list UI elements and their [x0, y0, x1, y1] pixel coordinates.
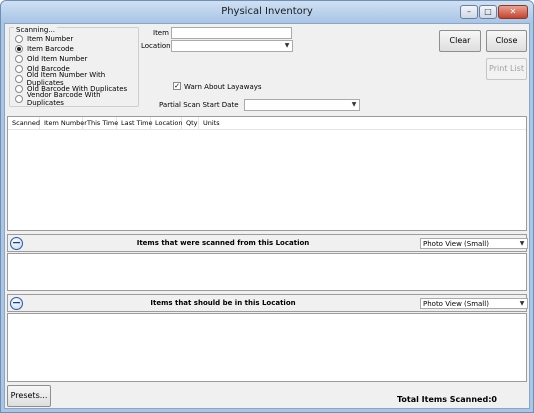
- radio-button[interactable]: [15, 75, 23, 83]
- print-list-button[interactable]: Print List: [486, 58, 527, 80]
- physical-inventory-window: Physical Inventory – □ ✕ Scanning... Ite…: [0, 0, 534, 413]
- radio-vendor-barcode-dup[interactable]: Vendor Barcode With Duplicates: [15, 91, 138, 107]
- location-label: Location: [141, 42, 171, 50]
- total-value: 0: [491, 395, 497, 404]
- radio-button[interactable]: [15, 35, 23, 43]
- radio-old-item-number[interactable]: Old Item Number: [15, 54, 87, 64]
- column-header-scanned[interactable]: Scanned: [8, 117, 40, 129]
- radio-label: Old Item Number: [27, 55, 88, 63]
- minimize-button[interactable]: –: [460, 5, 478, 19]
- client-area: Scanning... Item Number Item Barcode Old…: [4, 23, 530, 409]
- close-button[interactable]: Close: [486, 30, 527, 52]
- radio-label: Vendor Barcode With Duplicates: [26, 91, 101, 107]
- maximize-button[interactable]: □: [479, 5, 497, 19]
- title-bar[interactable]: Physical Inventory – □ ✕: [1, 1, 533, 23]
- scanned-section-title: Items that were scanned from this Locati…: [136, 239, 310, 247]
- column-header-last-time[interactable]: Last Time: [117, 117, 153, 129]
- chevron-down-icon[interactable]: ▼: [518, 300, 526, 308]
- expected-section-title: Items that should be in this Location: [150, 299, 296, 307]
- scanning-group: Scanning... Item Number Item Barcode Old…: [9, 26, 139, 107]
- column-header-units[interactable]: Units: [199, 117, 223, 129]
- radio-item-number[interactable]: Item Number: [15, 34, 73, 44]
- chevron-down-icon[interactable]: ▼: [283, 42, 291, 50]
- expected-view-select[interactable]: Photo View (Small) ▼: [420, 298, 528, 309]
- expected-items-panel[interactable]: [7, 313, 527, 382]
- item-input[interactable]: [171, 27, 292, 39]
- item-label: Item: [153, 29, 169, 37]
- total-label: Total Items Scanned:: [397, 395, 492, 404]
- window-title: Physical Inventory: [221, 6, 313, 17]
- chevron-down-icon[interactable]: ▼: [350, 101, 358, 109]
- radio-item-barcode[interactable]: Item Barcode: [15, 44, 74, 54]
- collapse-icon[interactable]: −: [10, 297, 23, 310]
- radio-button[interactable]: [15, 85, 23, 93]
- radio-button[interactable]: [15, 55, 23, 63]
- column-header-item-number[interactable]: Item Number: [40, 117, 87, 129]
- radio-label: Item Number: [27, 35, 74, 43]
- scanned-section-header: − Items that were scanned from this Loca…: [7, 234, 528, 252]
- column-header-qty[interactable]: Qty: [182, 117, 199, 129]
- scanned-view-value: Photo View (Small): [423, 240, 489, 248]
- radio-label: Item Barcode: [27, 45, 74, 53]
- column-header-this-time[interactable]: This Time: [83, 117, 118, 129]
- partial-scan-date-picker[interactable]: ▼: [244, 99, 360, 111]
- expected-section-header: − Items that should be in this Location …: [7, 294, 528, 312]
- close-window-button[interactable]: ✕: [498, 5, 528, 19]
- radio-button[interactable]: [15, 65, 23, 73]
- warn-layaways-label: Warn About Layaways: [184, 83, 262, 91]
- partial-scan-label: Partial Scan Start Date: [159, 101, 239, 109]
- scanning-group-caption: Scanning...: [14, 26, 57, 34]
- presets-button[interactable]: Presets...: [7, 385, 51, 407]
- column-header-location[interactable]: Location: [151, 117, 183, 129]
- scan-list-header: Scanned Item Number This Time Last Time …: [8, 117, 526, 130]
- scanned-items-panel[interactable]: [7, 253, 527, 291]
- scan-list[interactable]: Scanned Item Number This Time Last Time …: [7, 116, 527, 231]
- radio-old-item-number-dup[interactable]: Old Item Number With Duplicates: [15, 71, 138, 87]
- expected-view-value: Photo View (Small): [423, 300, 489, 308]
- location-select[interactable]: ▼: [171, 40, 293, 52]
- radio-button[interactable]: [15, 45, 23, 53]
- radio-button[interactable]: [15, 95, 23, 103]
- scanned-view-select[interactable]: Photo View (Small) ▼: [420, 238, 528, 249]
- clear-button[interactable]: Clear: [439, 30, 481, 52]
- chevron-down-icon[interactable]: ▼: [518, 240, 526, 248]
- collapse-icon[interactable]: −: [10, 237, 23, 250]
- total-items-scanned: Total Items Scanned:0: [397, 395, 497, 404]
- warn-layaways-checkbox[interactable]: ✓: [173, 82, 181, 90]
